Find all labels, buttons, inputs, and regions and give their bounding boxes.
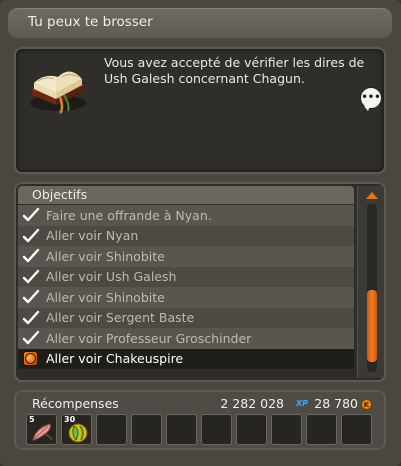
current-objective-icon[interactable] <box>23 351 38 367</box>
green-gem-icon <box>68 423 88 443</box>
checkmark-icon <box>22 249 40 263</box>
empty-reward-slot <box>131 414 162 445</box>
empty-reward-slot <box>166 414 197 445</box>
objective-item[interactable]: Aller voir Ush Galesh <box>18 266 354 287</box>
xp-icon: XP <box>295 399 308 408</box>
title-bar[interactable]: Tu peux te brosser <box>8 8 392 38</box>
scroll-thumb[interactable] <box>367 290 377 362</box>
chat-bubble-icon[interactable]: ••• <box>360 87 382 111</box>
objective-label: Aller voir Chakeuspire <box>46 351 184 367</box>
objective-label: Aller voir Sergent Baste <box>46 310 195 326</box>
empty-reward-slot <box>306 414 337 445</box>
objectives-header-label: Objectifs <box>32 187 88 202</box>
checkmark-icon <box>22 331 40 345</box>
empty-reward-slot <box>236 414 267 445</box>
pink-feather-icon <box>32 423 53 441</box>
quest-description-text: Vous avez accepté de vérifier les dires … <box>104 55 365 86</box>
open-book-icon <box>30 71 86 114</box>
empty-reward-slot <box>271 414 302 445</box>
xp-reward-value: 2 282 028 <box>220 396 284 411</box>
objective-label: Aller voir Nyan <box>46 228 139 244</box>
objectives-panel: Objectifs Faire une offrande à Nyan. All… <box>14 182 386 382</box>
objectives-list: Faire une offrande à Nyan. Aller voir Ny… <box>18 205 354 369</box>
checkmark-icon <box>22 228 40 242</box>
objectives-scrollbar[interactable] <box>357 186 384 378</box>
quest-window: Tu peux te brosser Vous avez accepté de … <box>0 0 401 466</box>
kamas-reward-value: 28 780 <box>314 396 358 411</box>
rewards-panel: Récompenses 2 282 028 XP 28 780 K 5 30 <box>14 390 386 450</box>
reward-item-slots: 5 30 <box>26 414 372 445</box>
checkmark-icon <box>22 208 40 222</box>
scroll-up-arrow-icon[interactable] <box>366 192 378 199</box>
quest-description-panel: Vous avez accepté de vérifier les dires … <box>14 47 386 174</box>
reward-item-slot[interactable]: 30 <box>61 414 92 445</box>
objective-item[interactable]: Aller voir Nyan <box>18 225 354 246</box>
objectives-header: Objectifs <box>18 186 354 204</box>
reward-item-slot[interactable]: 5 <box>26 414 57 445</box>
objective-label: Aller voir Ush Galesh <box>46 269 177 285</box>
objective-item[interactable]: Aller voir Sergent Baste <box>18 307 354 328</box>
quest-title: Tu peux te brosser <box>28 14 153 30</box>
kama-coin-icon: K <box>361 399 372 410</box>
rewards-label: Récompenses <box>32 396 119 411</box>
objective-item[interactable]: Aller voir Shinobite <box>18 287 354 308</box>
objective-label: Aller voir Shinobite <box>46 248 165 264</box>
objective-label: Aller voir Shinobite <box>46 289 165 305</box>
checkmark-icon <box>22 310 40 324</box>
objective-label: Faire une offrande à Nyan. <box>46 207 212 223</box>
checkmark-icon <box>22 290 40 304</box>
empty-reward-slot <box>201 414 232 445</box>
objective-item[interactable]: Aller voir Shinobite <box>18 246 354 267</box>
empty-reward-slot <box>341 414 372 445</box>
checkmark-icon <box>22 269 40 283</box>
objective-item-active[interactable]: Aller voir Chakeuspire <box>18 348 354 369</box>
objective-label: Aller voir Professeur Groschinder <box>46 330 252 346</box>
objective-item[interactable]: Faire une offrande à Nyan. <box>18 205 354 226</box>
objective-item[interactable]: Aller voir Professeur Groschinder <box>18 328 354 349</box>
empty-reward-slot <box>96 414 127 445</box>
